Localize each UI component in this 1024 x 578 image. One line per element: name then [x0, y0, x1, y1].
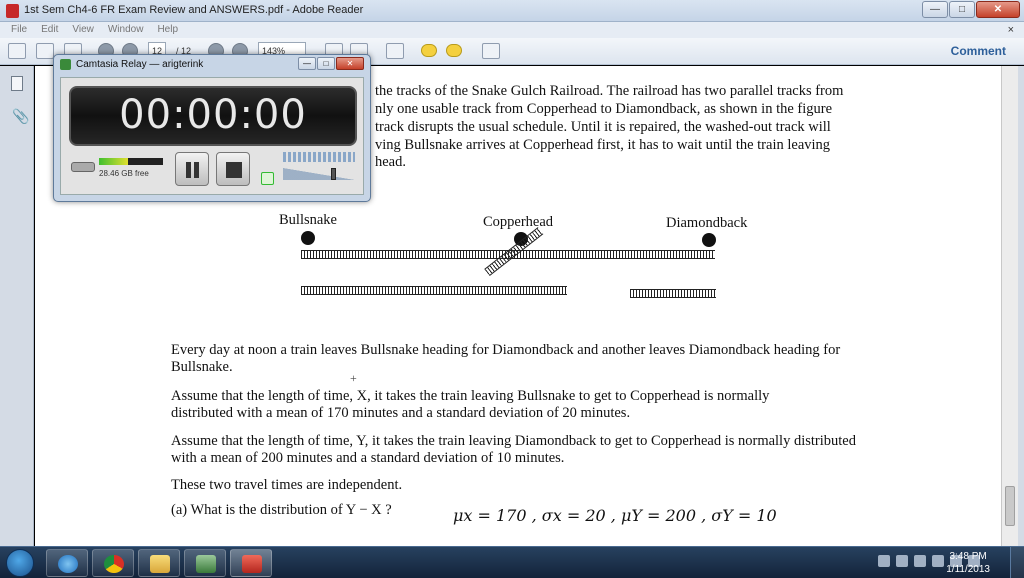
camtasia-taskbar-icon	[196, 555, 216, 573]
vertical-scrollbar[interactable]	[1001, 66, 1018, 546]
page-thumbnails-icon[interactable]	[11, 76, 23, 91]
relay-window-controls: — □ ✕	[298, 57, 364, 70]
comment-pane-link[interactable]: Comment	[951, 44, 1006, 58]
station-label: Bullsnake	[279, 212, 337, 228]
doc-line: ving Bullsnake arrives at Copperhead fir…	[375, 137, 831, 153]
doc-line: the tracks of the Snake Gulch Railroad. …	[375, 83, 844, 99]
attachments-icon[interactable]: 📎	[12, 108, 29, 125]
disk-space-fill	[99, 158, 128, 165]
right-pane-edge	[1018, 66, 1024, 546]
snapshot-icon[interactable]	[386, 43, 404, 59]
highlight-icon[interactable]	[446, 44, 462, 57]
disk-space-meter	[99, 158, 163, 165]
relay-minimize-button[interactable]: —	[298, 57, 316, 70]
menu-edit[interactable]: Edit	[41, 22, 58, 38]
station-label: Diamondback	[666, 215, 748, 231]
microphone-icon[interactable]	[261, 172, 274, 185]
doc-line: head.	[375, 154, 406, 170]
paragraph: Assume that the length of time, Y, it ta…	[171, 433, 856, 466]
station-label: Copperhead	[483, 214, 554, 230]
taskbar-camtasia[interactable]	[184, 549, 226, 577]
adobe-reader-icon	[6, 4, 19, 18]
bluetooth-icon[interactable]	[914, 555, 926, 567]
navigation-pane: 📎	[0, 66, 34, 546]
washed-out-track	[630, 289, 716, 298]
network-icon[interactable]	[932, 555, 944, 567]
taskbar: 3:48 PM 1/11/2013	[0, 546, 1024, 578]
folder-icon	[150, 555, 170, 573]
taskbar-adobe-reader[interactable]	[230, 549, 272, 577]
relay-title: Camtasia Relay — arigterink	[76, 59, 204, 70]
audio-level-meter	[283, 152, 355, 162]
hard-drive-icon	[71, 162, 95, 172]
camtasia-relay-window: Camtasia Relay — arigterink — □ ✕ 00:00:…	[53, 54, 371, 202]
station-dot	[702, 233, 716, 247]
chrome-icon	[104, 555, 124, 573]
sticky-note-icon[interactable]	[421, 44, 437, 57]
menu-view[interactable]: View	[72, 22, 94, 38]
disk-free-label: 28.46 GB free	[99, 169, 149, 178]
paragraph: These two travel times are independent.	[171, 477, 403, 493]
maximize-button[interactable]: □	[949, 1, 975, 18]
system-clock[interactable]: 3:48 PM 1/11/2013	[946, 550, 990, 576]
window-controls: — □ ✕	[922, 1, 1020, 18]
doc-line: track disrupts the usual schedule. Until…	[375, 119, 831, 135]
minimize-button[interactable]: —	[922, 1, 948, 18]
title-bar: 1st Sem Ch4-6 FR Exam Review and ANSWERS…	[0, 0, 1024, 22]
taskbar-internet-explorer[interactable]	[46, 549, 88, 577]
taskbar-explorer[interactable]	[138, 549, 180, 577]
print-icon[interactable]	[36, 43, 54, 59]
scrollbar-thumb[interactable]	[1005, 486, 1015, 526]
clock-date: 1/11/2013	[946, 564, 990, 575]
menu-help[interactable]: Help	[157, 22, 178, 38]
flag-icon[interactable]	[896, 555, 908, 567]
volume-knob[interactable]	[331, 168, 336, 180]
timer-value: 00:00:00	[119, 92, 307, 138]
close-document-button[interactable]: ×	[1008, 22, 1014, 38]
full-screen-icon[interactable]	[482, 43, 500, 59]
volume-slider[interactable]	[283, 168, 355, 180]
paragraph: Assume that the length of time, X, it ta…	[171, 388, 770, 421]
recording-timer: 00:00:00	[69, 86, 357, 146]
start-button[interactable]	[6, 549, 34, 577]
relay-close-button[interactable]: ✕	[336, 57, 364, 70]
paragraph: Every day at noon a train leaves Bullsna…	[171, 342, 841, 375]
relay-body: 00:00:00 28.46 GB free	[60, 77, 364, 195]
relay-maximize-button[interactable]: □	[317, 57, 335, 70]
question-a: (a) What is the distribution of Y − X ?	[171, 502, 392, 518]
action-center-icon[interactable]	[878, 555, 890, 567]
menu-file[interactable]: File	[11, 22, 27, 38]
menu-bar: File Edit View Window Help ×	[0, 22, 1024, 38]
pdf-icon	[242, 555, 262, 573]
camtasia-icon	[60, 59, 71, 70]
stop-button[interactable]	[216, 152, 250, 186]
volume-wedge	[283, 168, 355, 180]
handwritten-answer: μx = 170 , σx = 20 , μY = 200 , σY = 10	[453, 506, 777, 525]
internet-explorer-icon	[58, 555, 78, 573]
station-dot	[301, 231, 315, 245]
lower-track	[301, 286, 567, 295]
window-title: 1st Sem Ch4-6 FR Exam Review and ANSWERS…	[24, 4, 364, 16]
doc-line: nly one usable track from Copperhead to …	[375, 101, 833, 117]
show-desktop-button[interactable]	[1010, 547, 1024, 578]
menu-window[interactable]: Window	[108, 22, 144, 38]
taskbar-chrome[interactable]	[92, 549, 134, 577]
pause-button[interactable]	[175, 152, 209, 186]
clock-time: 3:48 PM	[949, 551, 987, 562]
save-icon[interactable]	[8, 43, 26, 59]
close-button[interactable]: ✕	[976, 1, 1020, 18]
mouse-cursor-icon: +	[350, 371, 357, 385]
